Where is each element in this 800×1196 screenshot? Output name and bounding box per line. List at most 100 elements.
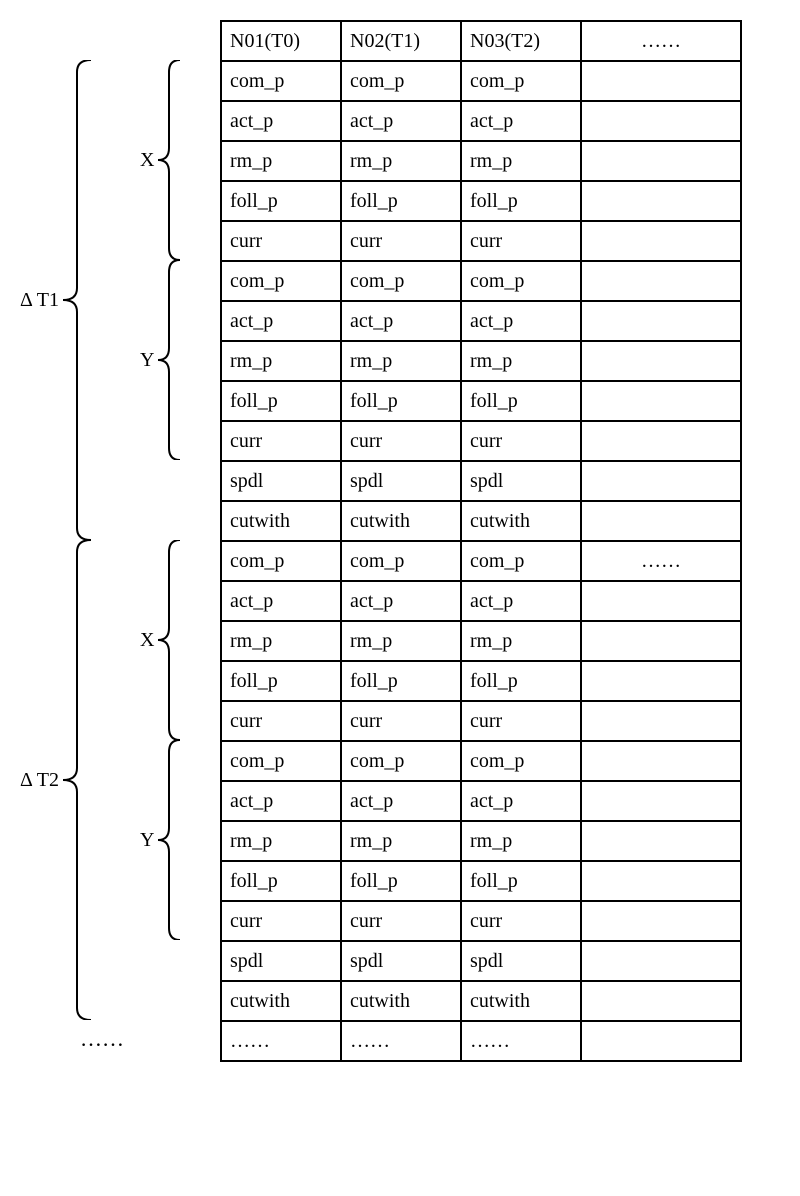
table-cell: spdl bbox=[221, 461, 341, 501]
table-cell: com_p bbox=[221, 741, 341, 781]
table-cell: foll_p bbox=[221, 861, 341, 901]
table-cell bbox=[581, 941, 741, 981]
table-cell bbox=[581, 181, 741, 221]
axis-label: X bbox=[140, 149, 158, 172]
table-row: act_pact_pact_p bbox=[221, 301, 741, 341]
brace-icon bbox=[158, 260, 180, 460]
table-cell: foll_p bbox=[341, 381, 461, 421]
axis-label: X bbox=[140, 629, 158, 652]
table-cell bbox=[581, 621, 741, 661]
table-cell bbox=[581, 341, 741, 381]
table-cell bbox=[581, 661, 741, 701]
table-cell: com_p bbox=[221, 261, 341, 301]
axis-brace: Y bbox=[140, 260, 180, 460]
table-cell: act_p bbox=[461, 301, 581, 341]
table-cell: rm_p bbox=[221, 821, 341, 861]
time-block-brace: Δ T1 bbox=[20, 60, 220, 540]
axis-label: Y bbox=[140, 349, 158, 372]
table-cell: rm_p bbox=[461, 621, 581, 661]
table-cell: spdl bbox=[341, 941, 461, 981]
column-header: N03(T2) bbox=[461, 21, 581, 61]
table-row: foll_pfoll_pfoll_p bbox=[221, 661, 741, 701]
table-cell: curr bbox=[221, 701, 341, 741]
table-cell: rm_p bbox=[461, 141, 581, 181]
table-cell: act_p bbox=[341, 101, 461, 141]
table-cell: foll_p bbox=[341, 661, 461, 701]
table-row: currcurrcurr bbox=[221, 421, 741, 461]
table-cell: …… bbox=[341, 1021, 461, 1061]
axis-brace: X bbox=[140, 540, 180, 740]
time-block-label: Δ T2 bbox=[20, 769, 63, 792]
table-row: cutwithcutwithcutwith bbox=[221, 981, 741, 1021]
table-row: act_pact_pact_p bbox=[221, 581, 741, 621]
table-cell bbox=[581, 301, 741, 341]
table-cell bbox=[581, 261, 741, 301]
table-cell: curr bbox=[221, 421, 341, 461]
table-cell bbox=[581, 461, 741, 501]
table-cell: rm_p bbox=[221, 621, 341, 661]
time-block-label: Δ T1 bbox=[20, 289, 63, 312]
table-row: rm_prm_prm_p bbox=[221, 621, 741, 661]
table-cell: rm_p bbox=[341, 621, 461, 661]
table-row: foll_pfoll_pfoll_p bbox=[221, 861, 741, 901]
table-cell bbox=[581, 61, 741, 101]
table-cell: foll_p bbox=[221, 181, 341, 221]
table-cell: curr bbox=[221, 221, 341, 261]
table-row: foll_pfoll_pfoll_p bbox=[221, 381, 741, 421]
table-cell: cutwith bbox=[221, 501, 341, 541]
table-row: currcurrcurr bbox=[221, 221, 741, 261]
column-header: N01(T0) bbox=[221, 21, 341, 61]
table-cell: foll_p bbox=[341, 181, 461, 221]
table-cell: com_p bbox=[461, 61, 581, 101]
table-cell: cutwith bbox=[221, 981, 341, 1021]
table-cell: rm_p bbox=[221, 141, 341, 181]
table-row: act_pact_pact_p bbox=[221, 781, 741, 821]
table-cell: act_p bbox=[221, 301, 341, 341]
table-cell bbox=[581, 421, 741, 461]
table-cell bbox=[581, 981, 741, 1021]
table-cell bbox=[581, 741, 741, 781]
table-row: rm_prm_prm_p bbox=[221, 821, 741, 861]
table-cell bbox=[581, 581, 741, 621]
table-row: rm_prm_prm_p bbox=[221, 341, 741, 381]
table-cell: rm_p bbox=[341, 141, 461, 181]
table-cell: curr bbox=[461, 701, 581, 741]
table-cell: curr bbox=[221, 901, 341, 941]
table-cell: …… bbox=[581, 541, 741, 581]
table-cell: spdl bbox=[461, 461, 581, 501]
table-cell: act_p bbox=[221, 581, 341, 621]
column-header: …… bbox=[581, 21, 741, 61]
table-cell: act_p bbox=[341, 781, 461, 821]
table-row: currcurrcurr bbox=[221, 901, 741, 941]
table-cell: rm_p bbox=[461, 821, 581, 861]
table-cell: rm_p bbox=[221, 341, 341, 381]
table-cell: …… bbox=[461, 1021, 581, 1061]
table-row: com_pcom_pcom_p bbox=[221, 61, 741, 101]
table-cell: foll_p bbox=[461, 181, 581, 221]
table-cell: rm_p bbox=[461, 341, 581, 381]
table-cell: curr bbox=[461, 421, 581, 461]
table-cell: com_p bbox=[461, 741, 581, 781]
axis-brace: Y bbox=[140, 740, 180, 940]
table-cell: spdl bbox=[461, 941, 581, 981]
table-row: foll_pfoll_pfoll_p bbox=[221, 181, 741, 221]
brace-labels-column: Δ T1 X Y Δ T2 X Y …… bbox=[20, 20, 220, 1060]
table-cell: act_p bbox=[461, 101, 581, 141]
table-cell bbox=[581, 781, 741, 821]
table-row: currcurrcurr bbox=[221, 701, 741, 741]
brace-icon bbox=[63, 540, 91, 1020]
table-cell: rm_p bbox=[341, 341, 461, 381]
table-cell bbox=[581, 101, 741, 141]
table-row: com_pcom_pcom_p bbox=[221, 261, 741, 301]
table-cell bbox=[581, 141, 741, 181]
data-table: N01(T0)N02(T1)N03(T2)…… com_pcom_pcom_pa… bbox=[220, 20, 742, 1062]
table-cell: com_p bbox=[341, 741, 461, 781]
table-cell: curr bbox=[341, 701, 461, 741]
table-cell bbox=[581, 701, 741, 741]
table-cell: spdl bbox=[221, 941, 341, 981]
table-cell: rm_p bbox=[341, 821, 461, 861]
table-row: ……………… bbox=[221, 1021, 741, 1061]
table-cell: act_p bbox=[461, 581, 581, 621]
table-cell: curr bbox=[341, 901, 461, 941]
table-cell bbox=[581, 821, 741, 861]
